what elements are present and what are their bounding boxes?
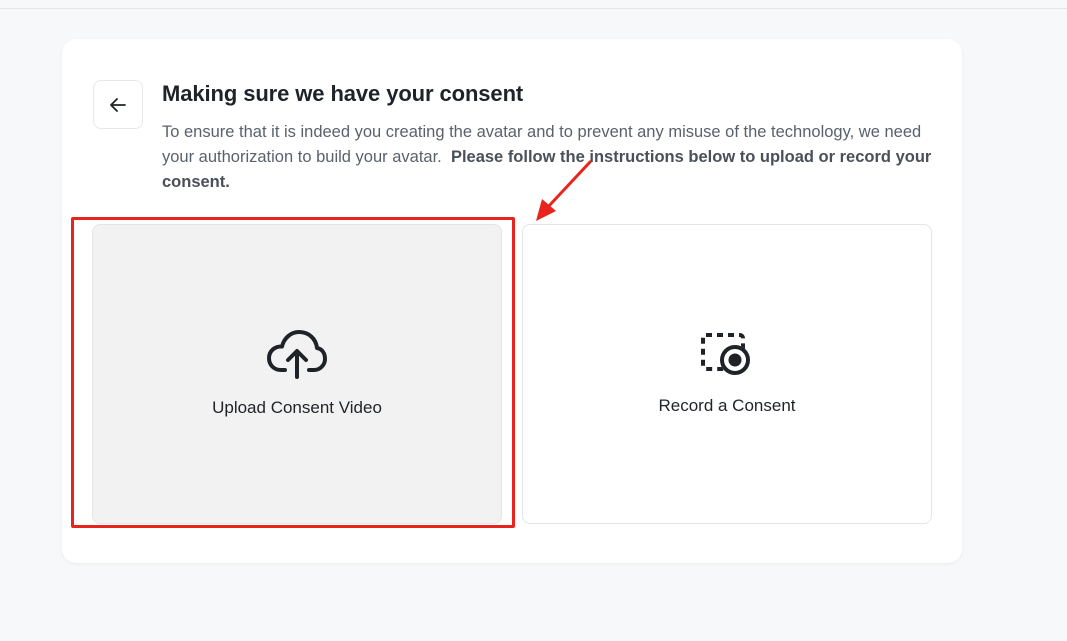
back-button[interactable] — [93, 80, 143, 129]
record-icon — [701, 333, 750, 375]
top-divider — [0, 8, 1067, 9]
upload-consent-video-option[interactable]: Upload Consent Video — [92, 224, 502, 524]
record-option-label: Record a Consent — [658, 396, 796, 415]
record-consent-option[interactable]: Record a Consent — [522, 224, 932, 524]
upload-option-label: Upload Consent Video — [212, 398, 382, 417]
arrow-left-icon — [110, 97, 126, 112]
page-description: To ensure that it is indeed you creating… — [162, 120, 942, 195]
page-title: Making sure we have your consent — [162, 81, 524, 106]
cloud-upload-icon — [267, 330, 327, 379]
consent-card: Making sure we have your consent To ensu… — [62, 39, 962, 563]
